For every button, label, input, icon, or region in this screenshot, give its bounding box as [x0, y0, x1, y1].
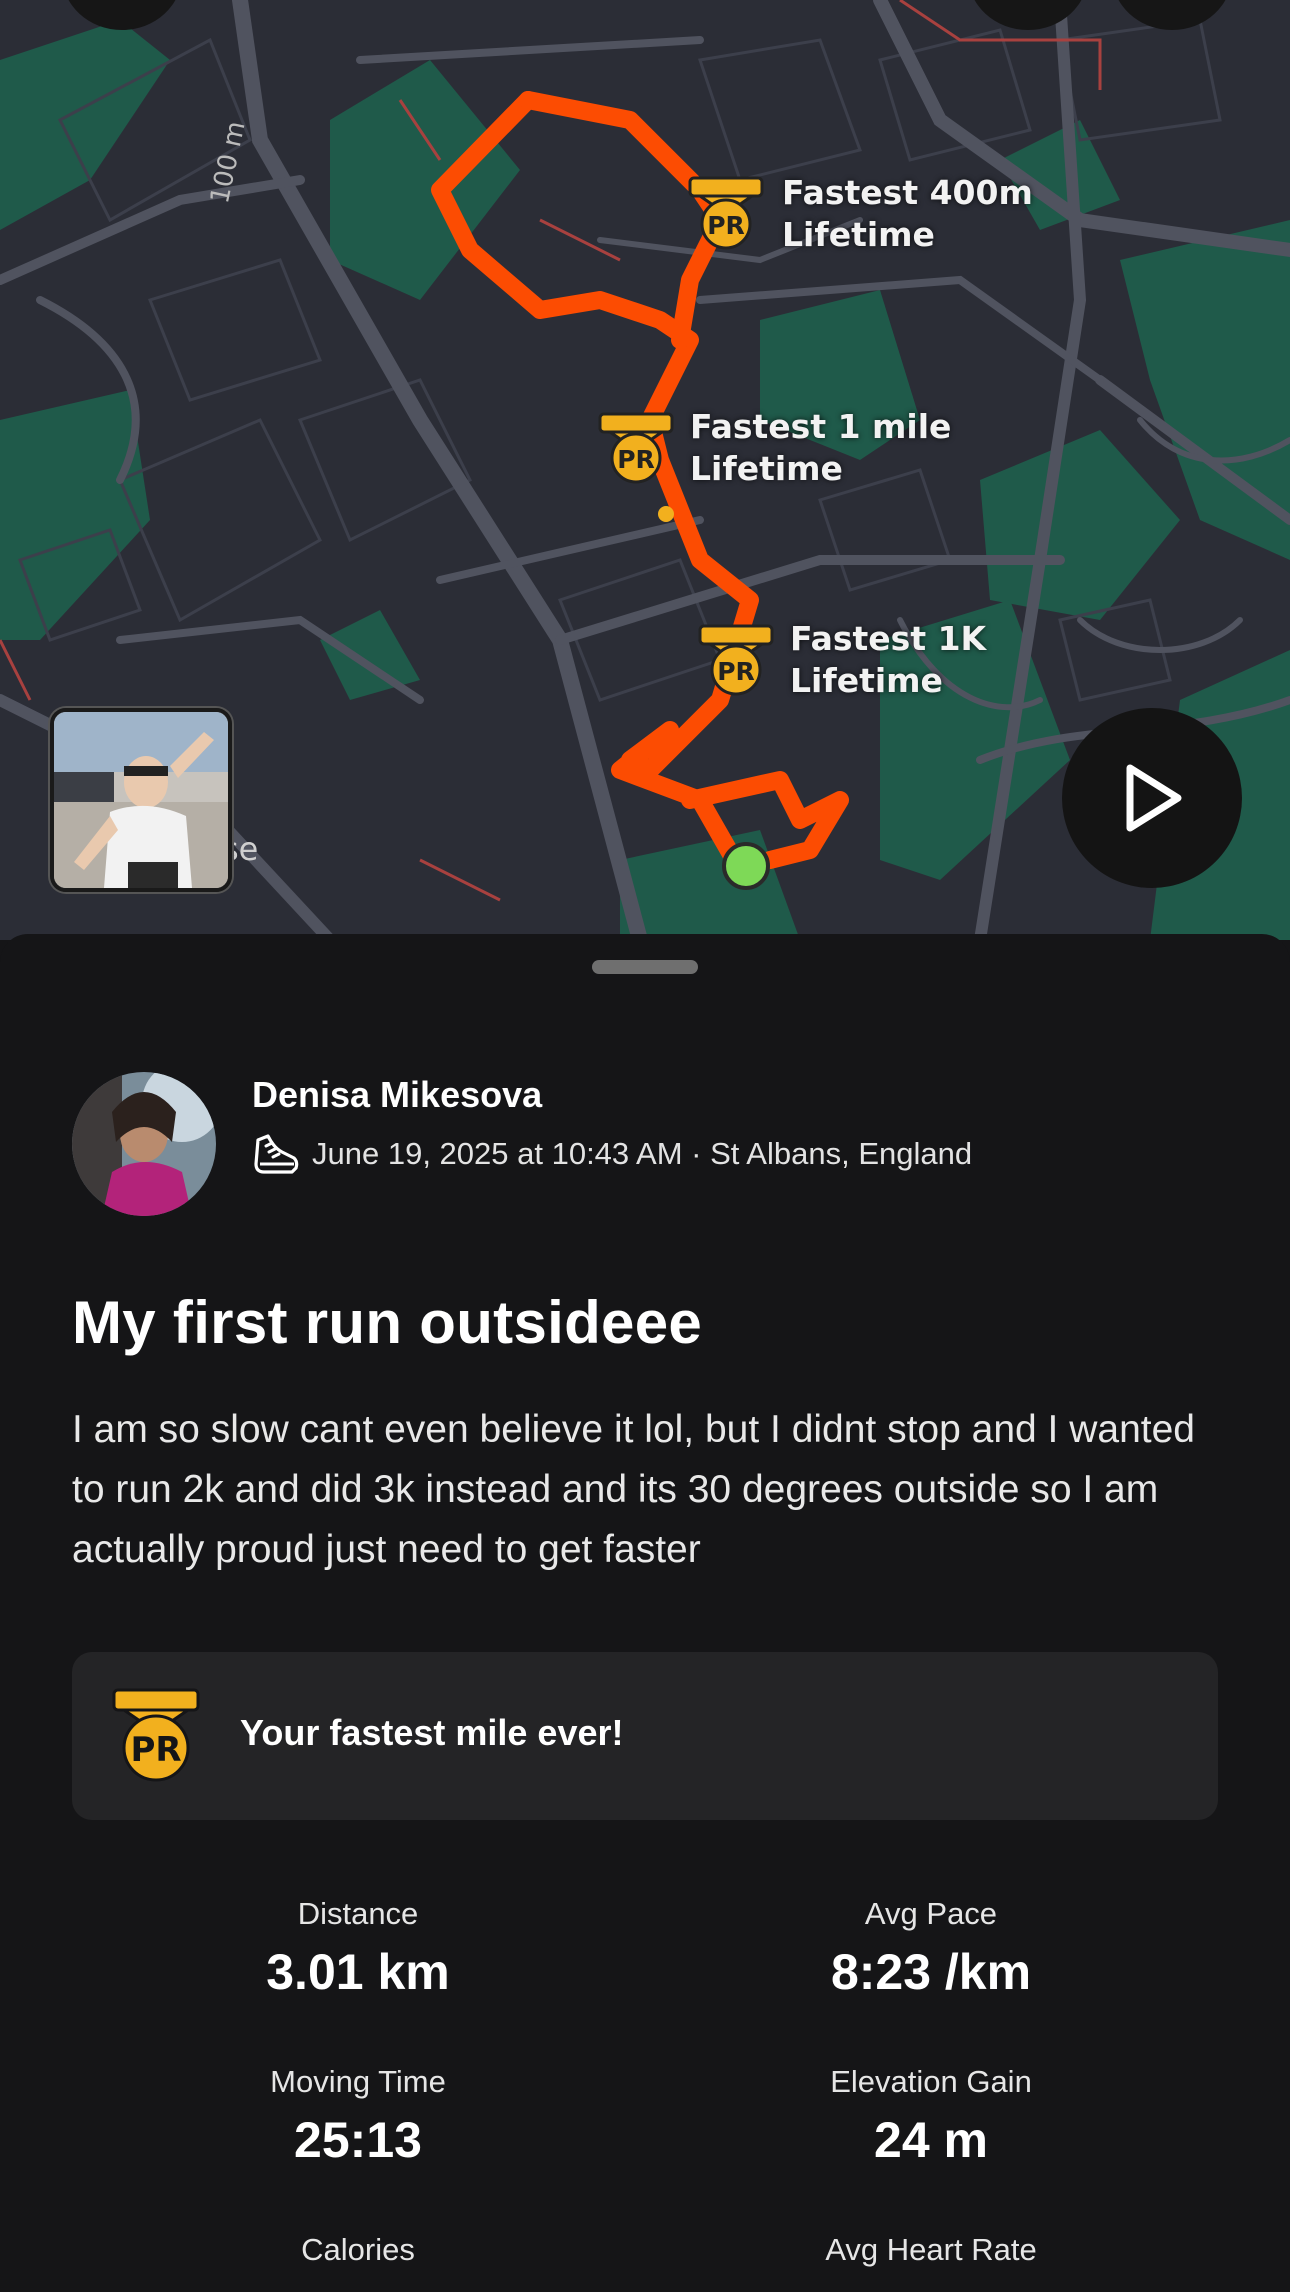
activity-photo-thumbnail[interactable] — [50, 708, 232, 892]
stat-label: Calories — [301, 2232, 415, 2267]
stat-avg-pace: Avg Pace 8:23 /km — [701, 1894, 1161, 2004]
activity-meta: June 19, 2025 at 10:43 AM · St Albans, E… — [252, 1130, 972, 1178]
athlete-name[interactable]: Denisa Mikesova — [252, 1074, 542, 1116]
svg-text:PR: PR — [707, 211, 745, 240]
pr-marker-label-1k[interactable]: Fastest 1K Lifetime — [790, 618, 986, 702]
photo-image — [54, 712, 228, 888]
stat-value: 24 m — [874, 2112, 988, 2168]
stat-calories: Calories — [128, 2230, 588, 2270]
stat-label: Elevation Gain — [830, 2064, 1032, 2099]
activity-sheet: Denisa Mikesova June 19, 2025 at 10:43 A… — [0, 934, 1290, 2292]
stat-moving-time: Moving Time 25:13 — [128, 2062, 588, 2172]
pr-marker-title: Fastest 1 mile — [690, 407, 952, 446]
pr-marker-subtitle: Lifetime — [690, 449, 843, 488]
route-map[interactable]: PR PR PR 100 m Fastest 400m Lifetime Fas… — [0, 0, 1290, 940]
sheet-drag-handle[interactable] — [592, 960, 698, 974]
shoe-icon — [254, 1134, 299, 1174]
play-flyover-button[interactable] — [1062, 708, 1242, 888]
stat-value: 3.01 km — [266, 1944, 450, 2000]
stat-elevation-gain: Elevation Gain 24 m — [701, 2062, 1161, 2172]
stat-distance: Distance 3.01 km — [128, 1894, 588, 2004]
activity-title: My first run outsideee — [72, 1289, 703, 1356]
activity-date-location: June 19, 2025 at 10:43 AM · St Albans, E… — [312, 1136, 973, 1171]
pr-medal-text: PR — [130, 1730, 181, 1770]
stat-value: 25:13 — [294, 2112, 422, 2168]
pr-marker-subtitle: Lifetime — [782, 215, 935, 254]
stat-value: 8:23 /km — [830, 1944, 1032, 2000]
pr-marker-subtitle: Lifetime — [790, 661, 943, 700]
pr-marker-label-400m[interactable]: Fastest 400m Lifetime — [782, 172, 1033, 256]
pr-medal-icon: PR — [112, 1688, 200, 1782]
stat-avg-heart-rate: Avg Heart Rate — [701, 2230, 1161, 2270]
stat-label: Moving Time — [270, 2064, 446, 2099]
achievement-text: Your fastest mile ever! — [240, 1712, 624, 1753]
svg-text:PR: PR — [717, 657, 755, 686]
activity-description: I am so slow cant even believe it lol, b… — [72, 1408, 1195, 1571]
stat-label: Avg Heart Rate — [825, 2232, 1037, 2267]
svg-text:PR: PR — [617, 445, 655, 474]
achievement-card[interactable]: PR Your fastest mile ever! — [72, 1652, 1218, 1820]
pr-marker-title: Fastest 1K — [790, 619, 987, 658]
avatar-image — [72, 1072, 216, 1216]
avatar[interactable] — [72, 1072, 216, 1216]
pr-marker-label-1mile[interactable]: Fastest 1 mile Lifetime — [690, 406, 951, 490]
play-icon — [1126, 764, 1182, 832]
stat-label: Distance — [297, 1896, 419, 1931]
pr-marker-title: Fastest 400m — [782, 173, 1033, 212]
stat-label: Avg Pace — [864, 1896, 998, 1931]
